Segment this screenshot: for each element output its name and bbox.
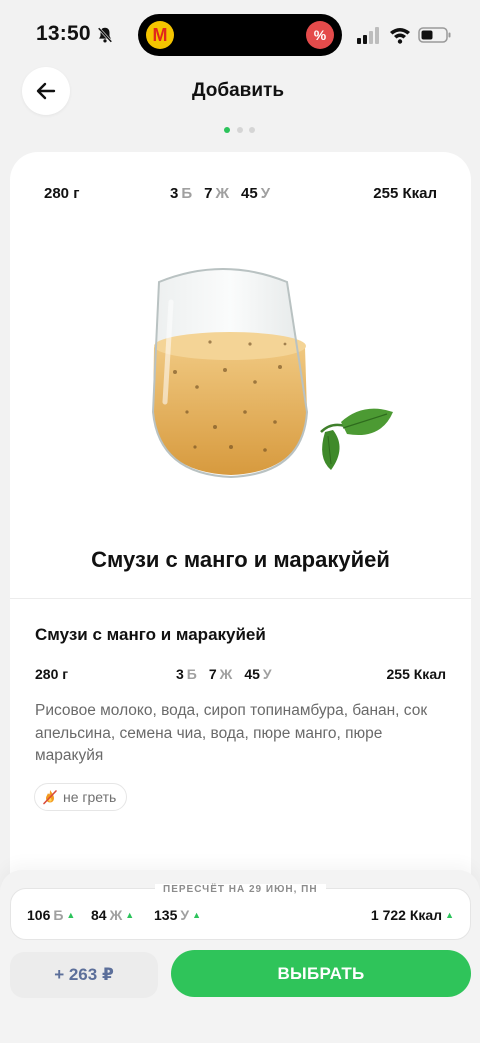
- protein-value: 3: [170, 185, 179, 202]
- carbs-letter-detail: У: [262, 666, 272, 682]
- product-weight-detail: 280 г: [35, 666, 69, 682]
- page-title: Добавить: [191, 80, 285, 101]
- product-macros-detail: 3 Б 7 Ж 45 У: [176, 666, 284, 682]
- product-card: 280 г 3 Б 7 Ж 45 У 255 Ккал Смузи с манг…: [10, 152, 471, 892]
- recalc-fat-value: 84: [91, 907, 107, 923]
- page-dot-2: [237, 127, 243, 133]
- no-heat-icon: [43, 790, 57, 805]
- recalc-carbs: 135 У ▲: [154, 907, 201, 923]
- recalc-kcal: 1 722 Ккал ▲: [371, 907, 454, 923]
- select-button[interactable]: ВЫБРАТЬ: [171, 950, 471, 997]
- app-logo-icon: М: [146, 21, 174, 49]
- no-heat-label: не греть: [63, 789, 117, 805]
- carbs-letter: У: [260, 185, 271, 202]
- fat-value-detail: 7: [208, 666, 217, 682]
- price-button[interactable]: + 263 ₽: [10, 952, 158, 998]
- product-ingredients: Рисовое молоко, вода, сироп топинамбура,…: [35, 702, 428, 764]
- recalc-summary: 106 Б ▲ 84 Ж ▲ 135 У ▲ 1 722 Ккал ▲: [10, 888, 471, 940]
- recalc-label: ПЕРЕСЧЁТ НА 29 ИЮН, ПН: [155, 884, 326, 895]
- status-time: 13:50: [36, 22, 91, 45]
- recalc-protein: 106 Б ▲: [27, 907, 75, 923]
- arrow-up-icon: ▲: [445, 910, 454, 920]
- fat-letter-detail: Ж: [219, 666, 233, 682]
- product-kcal: 255 Ккал: [373, 185, 437, 202]
- wifi-icon: [390, 28, 410, 44]
- fat-value: 7: [204, 185, 213, 202]
- product-weight: 280 г: [44, 185, 80, 202]
- fat-letter: Ж: [215, 185, 230, 202]
- carbs-value: 45: [241, 185, 258, 202]
- product-image: [151, 268, 393, 479]
- product-kcal-detail: 255 Ккал: [386, 666, 446, 682]
- arrow-up-icon: ▲: [192, 910, 201, 920]
- arrow-up-icon: ▲: [66, 910, 76, 920]
- protein-letter-detail: Б: [186, 666, 197, 682]
- discount-badge-icon: %: [306, 21, 334, 49]
- carbs-value-detail: 45: [244, 666, 260, 682]
- protein-value-detail: 3: [176, 666, 184, 682]
- recalc-fat-letter: Ж: [109, 907, 123, 923]
- arrow-up-icon: ▲: [125, 910, 135, 920]
- recalc-fat: 84 Ж ▲: [91, 907, 134, 923]
- page-dot-1: [224, 127, 230, 133]
- signal-icon: [357, 27, 379, 44]
- bell-slash-icon: [97, 27, 113, 43]
- page-indicator: [224, 127, 264, 135]
- dynamic-island: М %: [138, 14, 342, 56]
- status-bar: 13:50 М %: [0, 0, 480, 64]
- product-subtitle: Смузи с манго и маракуйей: [35, 625, 266, 644]
- protein-letter: Б: [181, 185, 193, 202]
- page-dot-3: [249, 127, 255, 133]
- recalc-carbs-letter: У: [180, 907, 190, 923]
- recalc-protein-letter: Б: [53, 907, 64, 923]
- no-heat-tag: не греть: [34, 783, 128, 811]
- recalc-carbs-value: 135: [154, 907, 178, 923]
- battery-icon: [418, 27, 451, 43]
- recalc-panel: 106 Б ▲ 84 Ж ▲ 135 У ▲ 1 722 Ккал ▲ ПЕРЕСЧЁТ НА…: [0, 870, 480, 1043]
- divider: [10, 598, 471, 599]
- recalc-kcal-value: 1 722 Ккал: [370, 907, 443, 923]
- product-name: Смузи с манго и маракуйей: [91, 547, 390, 572]
- recalc-protein-value: 106: [27, 907, 51, 923]
- product-macros: 3 Б 7 Ж 45 У: [170, 185, 282, 202]
